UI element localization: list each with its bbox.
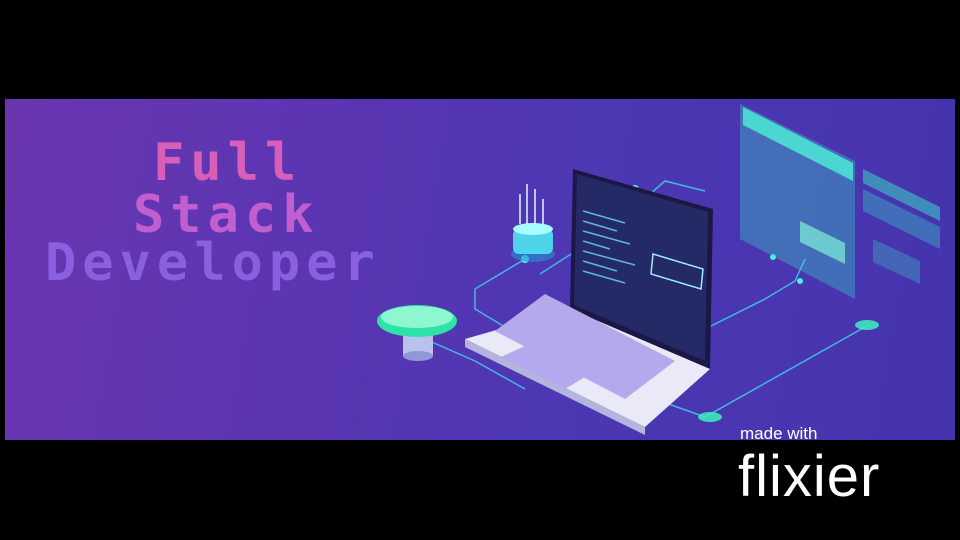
beacon-top-icon: [511, 184, 555, 262]
glow-node-right: [855, 320, 879, 330]
glow-node-bottom: [698, 412, 722, 422]
developer-illustration: [377, 104, 940, 435]
flixier-logo: flixier: [738, 444, 881, 509]
floating-panel-icon: [740, 104, 940, 299]
laptop-icon: [465, 169, 713, 435]
made-with-label: made with: [740, 424, 818, 443]
hero-banner: Full Stack Developer: [5, 99, 955, 440]
green-funnel-icon: [377, 305, 457, 361]
